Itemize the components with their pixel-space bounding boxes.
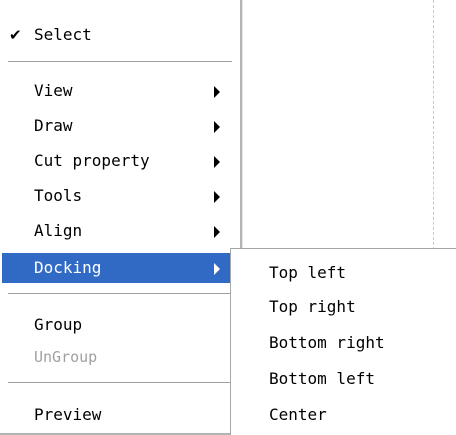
menu-item-label: Group bbox=[34, 315, 83, 334]
menu-item-label: Cut property bbox=[34, 151, 150, 170]
menu-item-ungroup: UnGroup bbox=[2, 342, 238, 372]
submenu-arrow-icon bbox=[214, 226, 220, 238]
menu-item-draw[interactable]: Draw bbox=[2, 111, 238, 141]
checkmark-icon: ✔ bbox=[9, 26, 22, 44]
submenu-item-label: Top right bbox=[269, 297, 356, 316]
submenu-item-label: Bottom left bbox=[269, 369, 375, 388]
menu-item-label: UnGroup bbox=[34, 348, 98, 366]
submenu-item-label: Center bbox=[269, 405, 327, 424]
submenu-arrow-icon bbox=[214, 156, 220, 168]
context-menu: ✔ Select View Draw Cut property Tools Al… bbox=[0, 0, 242, 435]
submenu-item-center[interactable]: Center bbox=[231, 400, 456, 430]
dashed-guide-line bbox=[433, 0, 434, 250]
menu-item-label: Docking bbox=[34, 258, 102, 277]
menu-item-cut-property[interactable]: Cut property bbox=[2, 146, 238, 176]
submenu-arrow-icon bbox=[214, 263, 220, 275]
menu-item-label: View bbox=[34, 81, 73, 100]
submenu-item-bottom-right[interactable]: Bottom right bbox=[231, 328, 456, 358]
menu-item-align[interactable]: Align bbox=[2, 216, 238, 246]
menu-item-select[interactable]: ✔ Select bbox=[2, 20, 238, 50]
menu-separator bbox=[8, 61, 232, 63]
menu-item-label: Tools bbox=[34, 186, 83, 205]
submenu-arrow-icon bbox=[214, 121, 220, 133]
menu-item-label: Select bbox=[34, 25, 92, 44]
docking-submenu: Top left Top right Bottom right Bottom l… bbox=[230, 248, 456, 435]
canvas: ✔ Select View Draw Cut property Tools Al… bbox=[0, 0, 456, 435]
submenu-item-top-left[interactable]: Top left bbox=[231, 258, 456, 288]
menu-item-tools[interactable]: Tools bbox=[2, 181, 238, 211]
menu-separator bbox=[8, 293, 232, 295]
submenu-item-bottom-left[interactable]: Bottom left bbox=[231, 364, 456, 394]
submenu-item-top-right[interactable]: Top right bbox=[231, 292, 456, 322]
menu-item-label: Preview bbox=[34, 405, 102, 424]
submenu-item-label: Top left bbox=[269, 263, 347, 282]
menu-item-view[interactable]: View bbox=[2, 76, 238, 106]
menu-item-label: Align bbox=[34, 221, 83, 240]
menu-item-group[interactable]: Group bbox=[2, 310, 238, 340]
submenu-item-label: Bottom right bbox=[269, 333, 385, 352]
menu-item-preview[interactable]: Preview bbox=[2, 400, 238, 430]
menu-separator bbox=[8, 382, 232, 384]
menu-item-label: Draw bbox=[34, 116, 73, 135]
submenu-arrow-icon bbox=[214, 191, 220, 203]
menu-item-docking[interactable]: Docking bbox=[2, 253, 240, 283]
submenu-arrow-icon bbox=[214, 86, 220, 98]
